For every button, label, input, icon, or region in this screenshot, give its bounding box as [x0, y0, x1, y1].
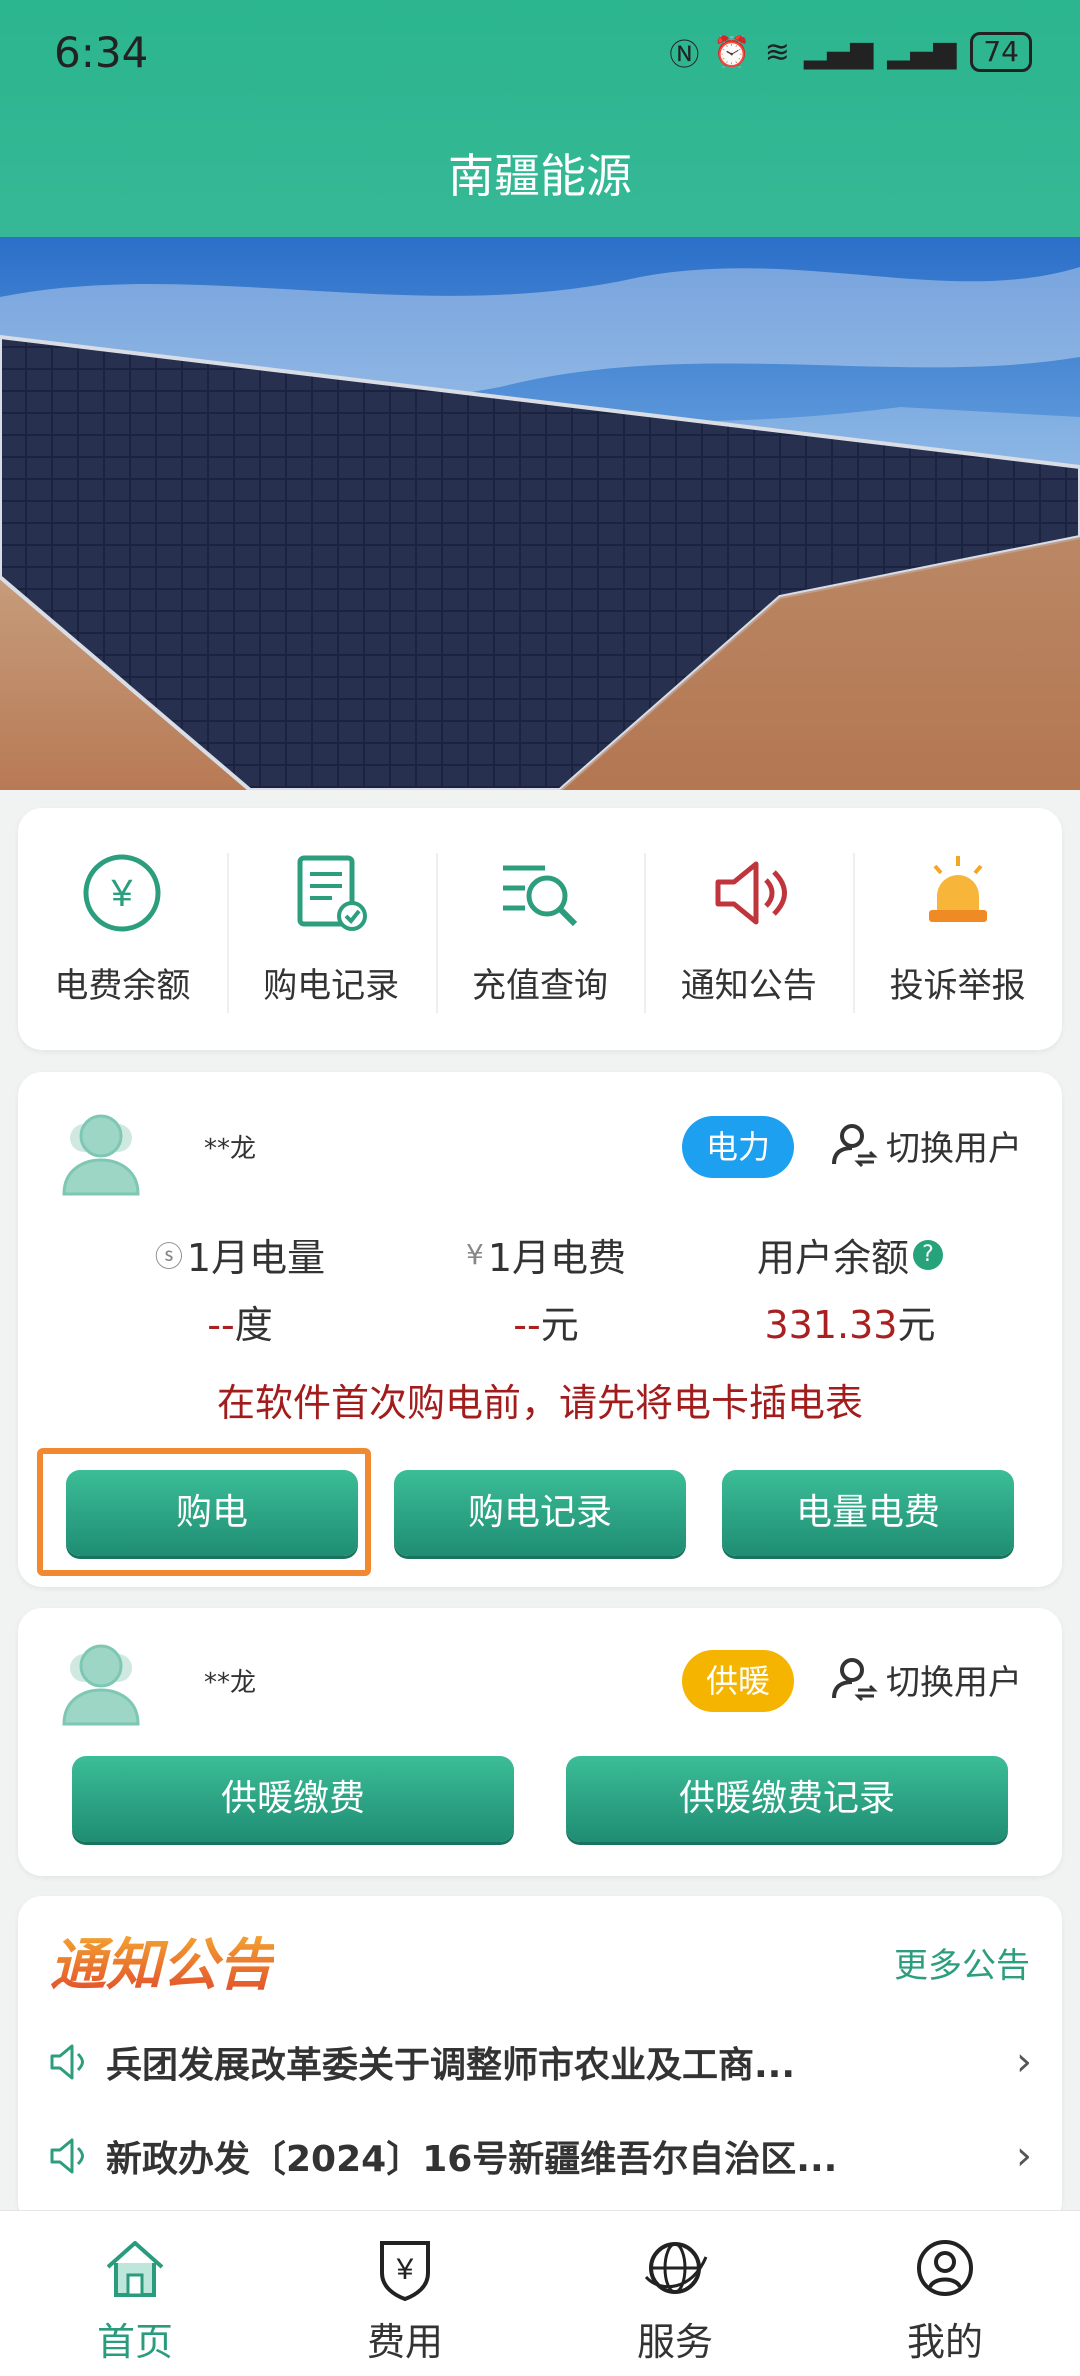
power-type-badge: 电力: [681, 1116, 794, 1178]
page-title: 南疆能源: [448, 149, 632, 203]
announcements-title: 通知公告: [50, 1920, 274, 2001]
switch-user-button[interactable]: 切换用户: [830, 1654, 1022, 1704]
home-icon: [106, 2241, 164, 2297]
user-name: **龙: [204, 1134, 257, 1164]
stat-value: 331.33: [764, 1303, 898, 1347]
heating-pay-records-button[interactable]: 供暖缴费记录: [566, 1756, 1008, 1842]
heating-type-badge: 供暖: [681, 1650, 794, 1712]
highlight-box: [37, 1448, 371, 1576]
announcements-card: 通知公告 更多公告 兵团发展改革委关于调整师市农业及工商... › 新政办发〔2…: [18, 1896, 1062, 2226]
quick-label: 充值查询: [471, 966, 608, 1006]
quick-item-notices[interactable]: 通知公告: [644, 808, 853, 1050]
status-icons: Ⓝ ⏰ ≋ ▂▄▆ ▂▄▆ 74: [669, 30, 1032, 74]
usage-fee-button[interactable]: 电量电费: [722, 1470, 1014, 1556]
quick-item-records[interactable]: 购电记录: [226, 808, 436, 1050]
stat-label: 1月电费: [487, 1236, 626, 1280]
nav-services[interactable]: 服务: [540, 2211, 810, 2376]
purchase-records-button[interactable]: 购电记录: [394, 1470, 686, 1556]
nav-label: 首页: [96, 2320, 173, 2364]
speaker-icon: [50, 2138, 84, 2174]
stat-monthly-fee: ¥1月电费 --元: [396, 1227, 696, 1349]
nav-label: 服务: [636, 2320, 713, 2364]
stat-label: 1月电量: [186, 1236, 326, 1280]
switch-user-label: 切换用户: [886, 1128, 1022, 1169]
signal-icon: ▂▄▆: [887, 34, 957, 70]
signal-icon: ▂▄▆: [803, 34, 874, 70]
switch-user-icon: [832, 1124, 878, 1168]
stat-value: --: [207, 1303, 235, 1347]
banner-image[interactable]: [0, 237, 1080, 790]
profile-icon: [917, 2240, 973, 2296]
quick-label: 购电记录: [263, 966, 400, 1006]
speaker-icon: [715, 861, 787, 925]
nav-label: 我的: [906, 2320, 983, 2364]
announcement-text: 新政办发〔2024〕16号新疆维吾尔自治区...: [106, 2139, 838, 2180]
chevron-right-icon: ›: [1016, 2039, 1032, 2085]
stat-monthly-usage: ⓢ 1月电量 --度: [90, 1227, 390, 1349]
battery-icon: 74: [970, 32, 1032, 72]
quick-item-recharge-query[interactable]: 充值查询: [435, 808, 645, 1050]
stat-unit: 元: [897, 1303, 936, 1347]
svg-text:¥: ¥: [396, 2253, 414, 2286]
switch-user-button[interactable]: 切换用户: [830, 1120, 1022, 1170]
wifi-icon: ≋: [764, 34, 790, 70]
announcement-item[interactable]: 兵团发展改革委关于调整师市农业及工商... ›: [48, 2032, 1032, 2092]
record-document-icon: [297, 855, 368, 931]
nfc-icon: Ⓝ: [669, 38, 700, 73]
quick-label: 投诉举报: [889, 966, 1026, 1006]
chevron-right-icon: ›: [1016, 2133, 1032, 2179]
insert-card-notice: 在软件首次购电前，请先将电卡插电表: [216, 1381, 863, 1425]
svg-text:¥: ¥: [111, 873, 134, 915]
lightning-icon: ⓢ: [154, 1239, 183, 1273]
app-header: 6:34 Ⓝ ⏰ ≋ ▂▄▆ ▂▄▆ 74 南疆能源: [0, 0, 1080, 237]
status-time: 6:34: [54, 28, 149, 77]
switch-user-icon: [832, 1658, 878, 1702]
user-name: **龙: [204, 1668, 257, 1698]
heating-account-card: **龙 供暖 切换用户 供暖缴费 供暖缴费记录: [18, 1608, 1062, 1876]
bottom-navigation: 首页 ¥ 费用 服务 我的: [0, 2210, 1080, 2376]
stat-label: 用户余额: [756, 1236, 909, 1280]
nav-mine[interactable]: 我的: [810, 2211, 1080, 2376]
alarm-light-icon: [928, 856, 987, 922]
more-announcements-link[interactable]: 更多公告: [894, 1938, 1030, 1987]
speaker-icon: [50, 2044, 84, 2080]
quick-label: 通知公告: [680, 966, 817, 1006]
nav-home[interactable]: 首页: [0, 2211, 270, 2376]
announcement-text: 兵团发展改革委关于调整师市农业及工商...: [106, 2045, 796, 2086]
heating-pay-button[interactable]: 供暖缴费: [72, 1756, 514, 1842]
quick-item-balance[interactable]: ¥ 电费余额: [18, 808, 227, 1050]
nav-fees[interactable]: ¥ 费用: [270, 2211, 540, 2376]
alarm-icon: ⏰: [713, 34, 751, 70]
quick-menu: ¥ 电费余额 购电记录 充值查询 通知公告 投诉举报: [18, 808, 1062, 1050]
nav-label: 费用: [366, 2320, 443, 2364]
search-list-icon: [502, 865, 578, 927]
stat-unit: 元: [540, 1303, 579, 1347]
stat-unit: 度: [234, 1303, 273, 1347]
announcement-item[interactable]: 新政办发〔2024〕16号新疆维吾尔自治区... ›: [48, 2126, 1032, 2186]
stat-balance: 用户余额 ? 331.33元: [700, 1227, 1000, 1349]
switch-user-label: 切换用户: [886, 1662, 1022, 1703]
avatar: [62, 1114, 140, 1196]
globe-icon: [644, 2242, 708, 2294]
yen-circle-icon: ¥: [83, 854, 161, 932]
help-icon[interactable]: ?: [913, 1239, 943, 1270]
yen-icon: ¥: [465, 1238, 484, 1271]
stat-value: --: [513, 1303, 541, 1347]
yen-shield-icon: ¥: [380, 2241, 430, 2302]
avatar: [62, 1644, 140, 1726]
quick-item-complaint[interactable]: 投诉举报: [853, 808, 1062, 1050]
quick-label: 电费余额: [54, 966, 191, 1006]
